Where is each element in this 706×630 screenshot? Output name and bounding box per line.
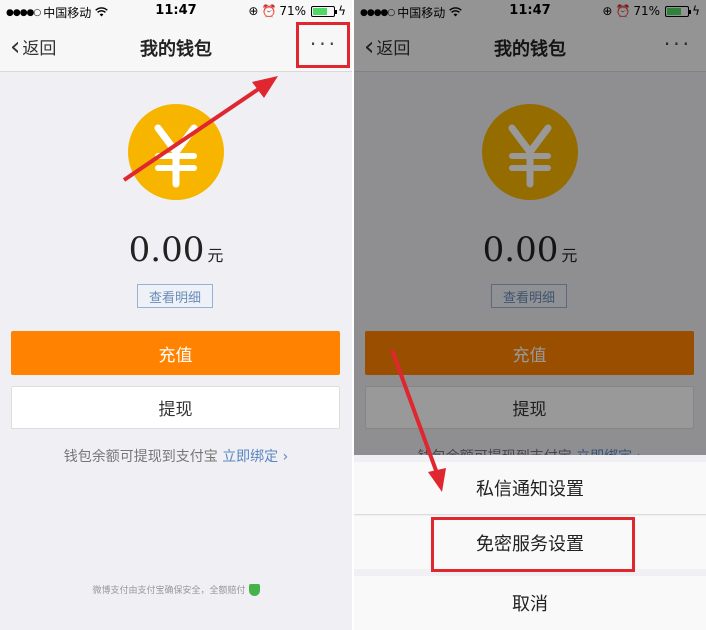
wallet-screen-right: ●●●●○ 中国移动 11:47 ⊕ ⏰ 71% ϟ ‹ 返回 我的钱包 ··· xyxy=(354,0,706,630)
wallet-screen-left: ●●●●○ 中国移动 11:47 ⊕ ⏰ 71% ϟ ‹ 返回 我的钱包 ··· xyxy=(0,0,352,630)
annotation-arrow-icon xyxy=(122,76,278,182)
annotation-arrow-icon xyxy=(390,349,446,492)
